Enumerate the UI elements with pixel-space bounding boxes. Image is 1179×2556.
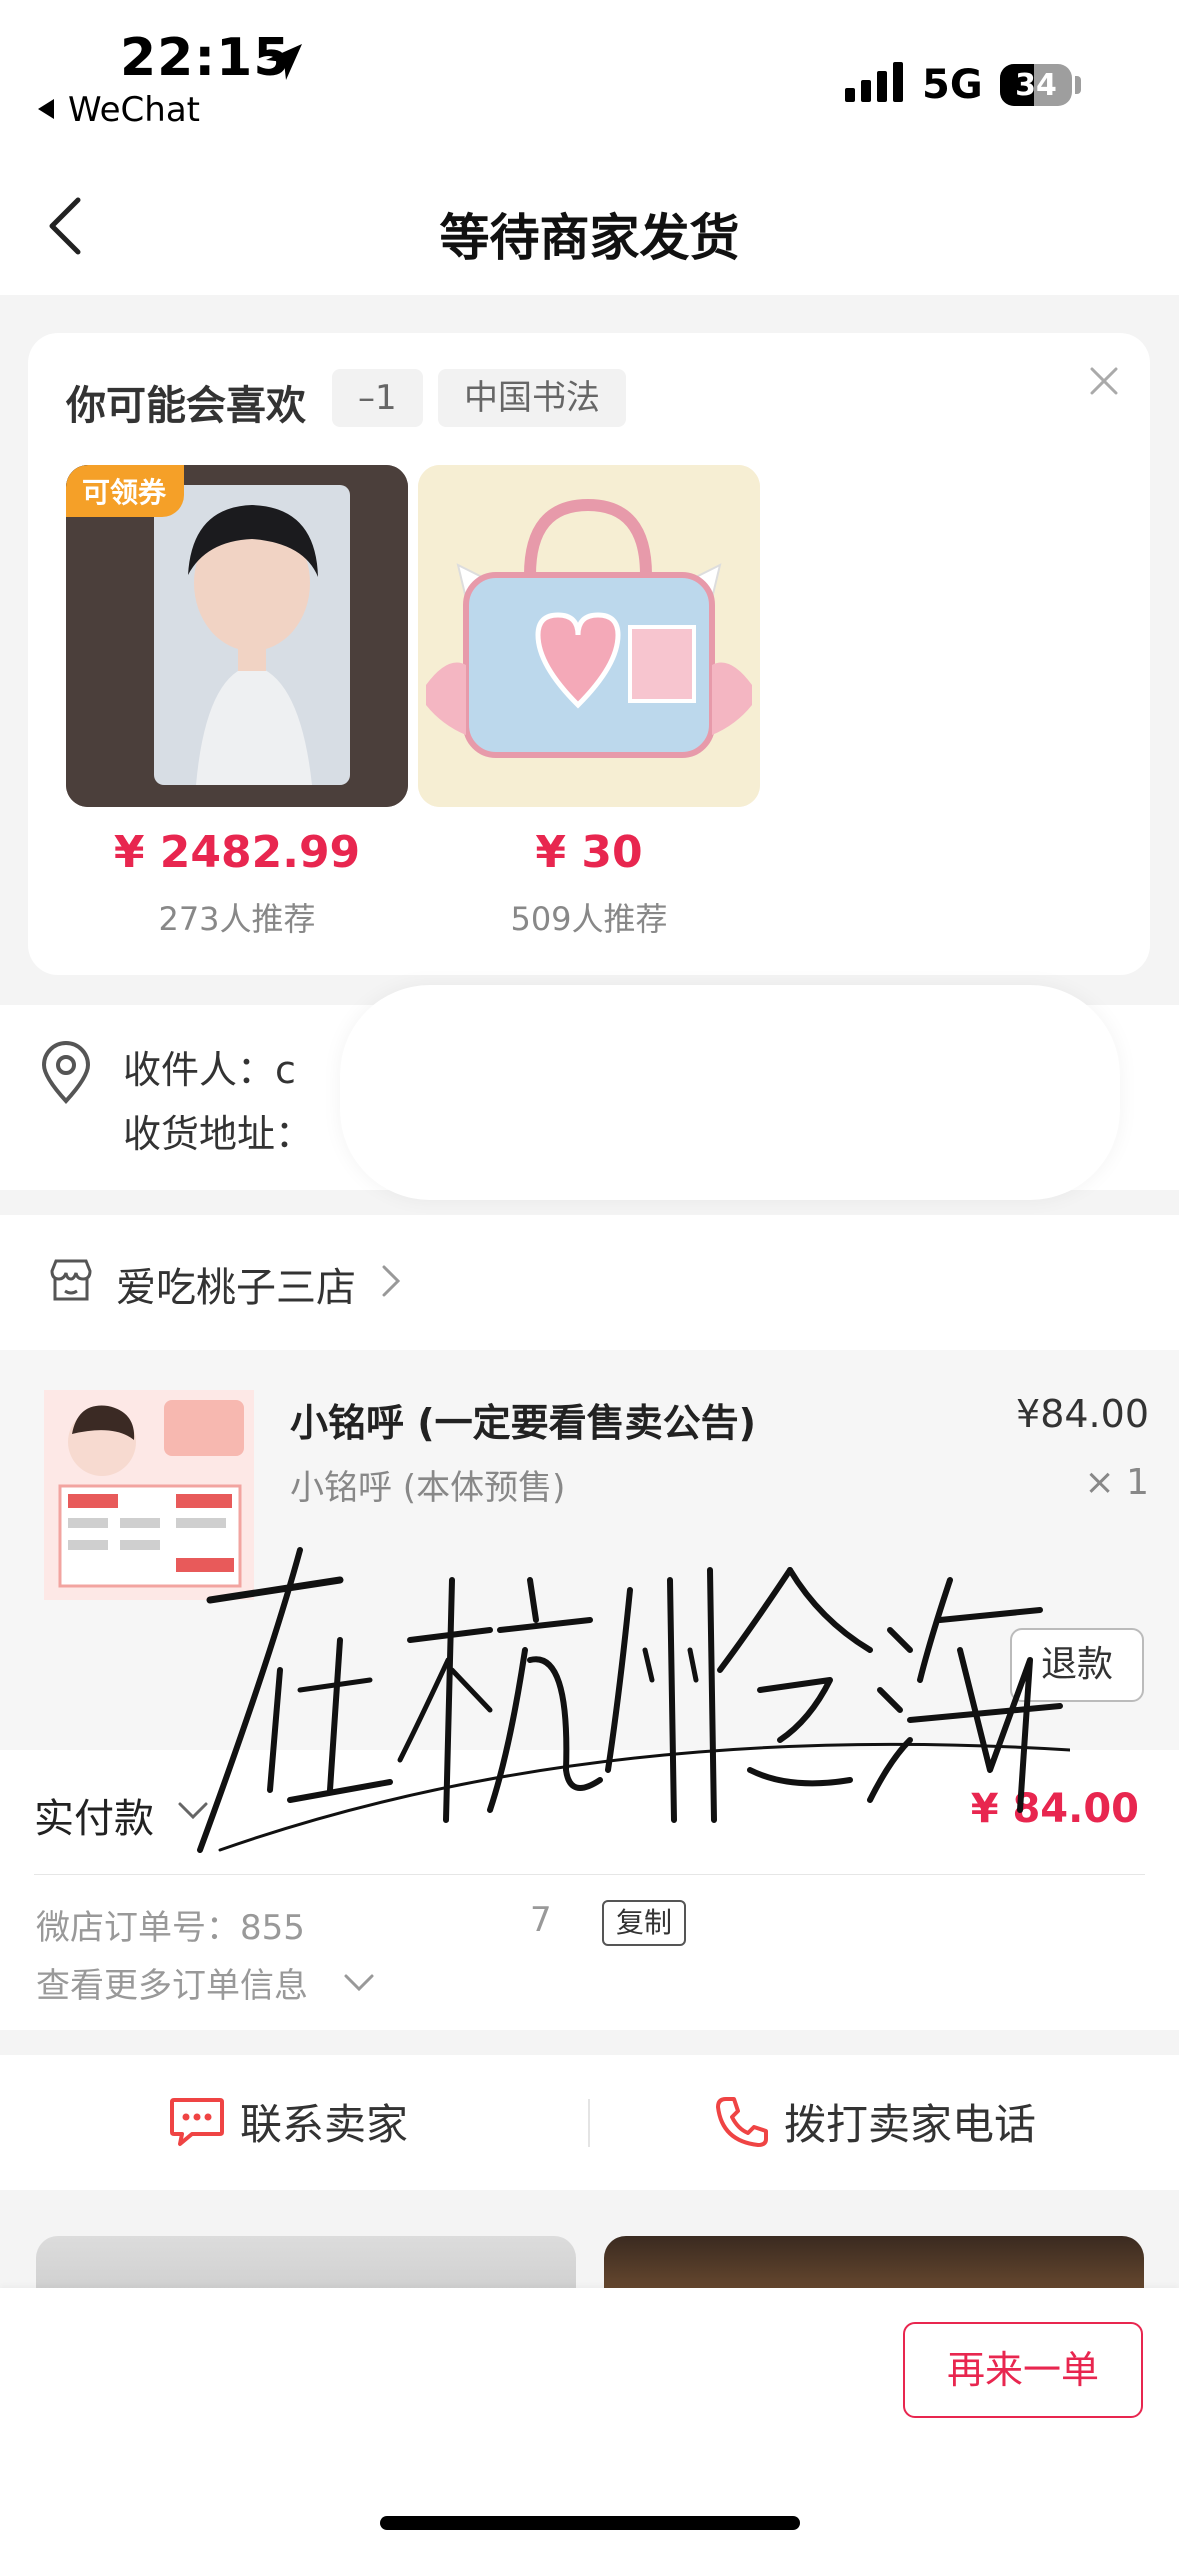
back-app-label: WeChat (68, 90, 200, 130)
address-line: 收货地址： (123, 1112, 314, 1156)
contact-seller-label: 联系卖家 (240, 2100, 409, 2149)
recommend-image-left[interactable] (36, 2236, 576, 2296)
paid-amount-label[interactable]: 实付款 (34, 1786, 154, 1844)
pink-bag-image (418, 465, 760, 807)
recommend-image-right[interactable] (604, 2236, 1144, 2296)
back-triangle-icon (38, 99, 54, 119)
recommend-chip[interactable]: –1 (332, 369, 423, 427)
product-recommend-count: 509人推荐 (510, 900, 668, 938)
product-image: 可领券 (66, 465, 408, 807)
battery-icon: 34 (1000, 64, 1072, 106)
item-title: 小铭呼 (一定要看售卖公告) (290, 1401, 756, 1445)
contact-row: 联系卖家 拨打卖家电话 (0, 2055, 1179, 2190)
order-number-tail: 7 (530, 1900, 552, 1940)
store-icon (50, 1259, 92, 1301)
chat-bubble-icon (170, 2097, 224, 2146)
chevron-down-icon[interactable] (342, 1972, 376, 1994)
battery-tip (1075, 76, 1081, 94)
network-type: 5G (922, 62, 983, 108)
recommend-product[interactable]: ¥ 30 509人推荐 (418, 465, 760, 940)
call-seller-label: 拨打卖家电话 (784, 2100, 1037, 2149)
close-icon[interactable] (1084, 361, 1124, 401)
home-indicator (380, 2516, 800, 2530)
address-section[interactable]: 收件人：c 收货地址： (0, 985, 1179, 1200)
divider (34, 1874, 1145, 1875)
buy-again-button[interactable]: 再来一单 (903, 2322, 1143, 2418)
call-seller-button[interactable]: 拨打卖家电话 (712, 2091, 1036, 2152)
payment-section: 实付款 ¥ 84.00 微店订单号：855 7 复制 查看更多订单信息 (0, 1750, 1179, 2030)
coupon-badge: 可领券 (66, 465, 185, 517)
item-spec: 小铭呼 (本体预售) (290, 1468, 566, 1508)
recommend-product[interactable]: 可领券 ¥ 2482.99 273人推荐 (66, 465, 408, 940)
product-recommend-count: 273人推荐 (158, 900, 316, 938)
refund-button[interactable]: 退款 (1010, 1628, 1144, 1702)
item-thumbnail (44, 1390, 254, 1600)
product-price: ¥ 2482.99 (113, 827, 361, 878)
battery-level: 34 (1015, 68, 1057, 103)
recommend-card: 你可能会喜欢 –1 中国书法 可领券 ¥ 2482.99 273人推荐 ¥ 30… (28, 333, 1150, 975)
cellular-signal-icon (845, 62, 903, 102)
product-image (418, 465, 760, 807)
order-number: 微店订单号：855 (36, 1908, 305, 1948)
shop-name: 爱吃桃子三店 (116, 1265, 356, 1311)
contact-seller-button[interactable]: 联系卖家 (168, 2091, 408, 2152)
divider (588, 2099, 590, 2147)
paid-amount: ¥ 84.00 (970, 1786, 1139, 1832)
nav-bar: 等待商家发货 (0, 160, 1179, 295)
copy-button[interactable]: 复制 (602, 1900, 687, 1946)
recipient-line: 收件人：c (123, 1048, 296, 1092)
chevron-down-icon[interactable] (176, 1800, 210, 1822)
order-detail-page: 22:15 WeChat 5G 34 等待商家发货 你可能会喜欢 –1 中国书法 (0, 0, 1179, 2556)
item-price: ¥84.00 (1016, 1392, 1149, 1436)
status-bar: 22:15 WeChat 5G 34 (0, 0, 1179, 160)
item-thumbnail-image (44, 1390, 254, 1600)
order-item[interactable]: 小铭呼 (一定要看售卖公告) 小铭呼 (本体预售) ¥84.00 × 1 退款 (0, 1350, 1179, 1750)
bottom-bar: 再来一单 (0, 2288, 1179, 2556)
privacy-mask (340, 985, 1120, 1200)
page-title: 等待商家发货 (439, 209, 740, 267)
recommend-title: 你可能会喜欢 (66, 383, 306, 429)
product-price: ¥ 30 (535, 827, 643, 878)
location-arrow-icon (266, 44, 302, 80)
back-to-wechat[interactable]: WeChat (38, 90, 200, 130)
chevron-right-icon (382, 1265, 401, 1297)
recommend-chip[interactable]: 中国书法 (438, 369, 626, 427)
location-pin-icon (41, 1041, 91, 1104)
phone-icon (716, 2096, 768, 2147)
item-quantity: × 1 (1084, 1462, 1149, 1503)
shop-row[interactable]: 爱吃桃子三店 (0, 1215, 1179, 1350)
more-order-info[interactable]: 查看更多订单信息 (36, 1958, 308, 2007)
